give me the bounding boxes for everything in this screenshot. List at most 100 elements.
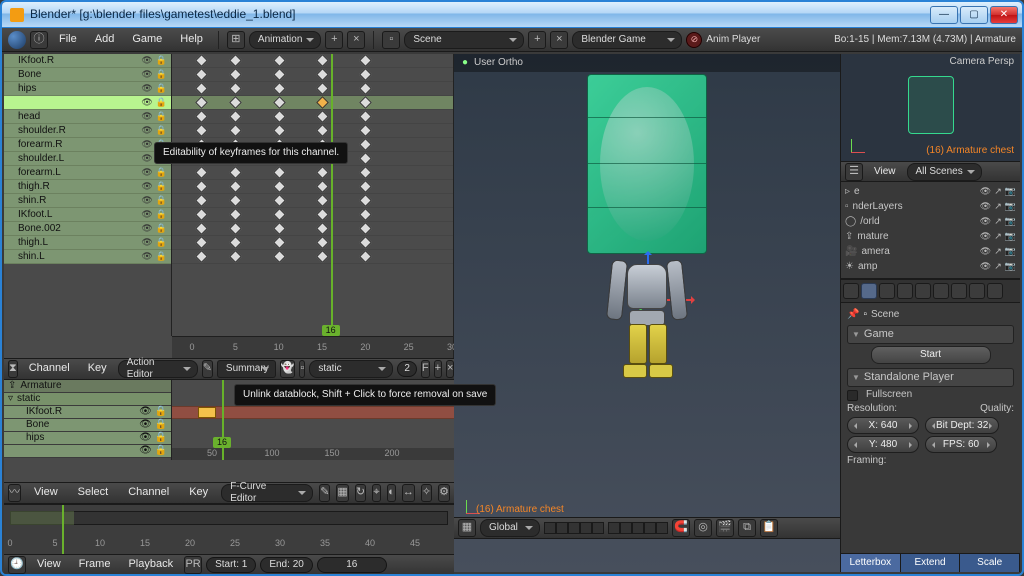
tab-render-icon[interactable] bbox=[843, 283, 859, 299]
channel-row[interactable]: forearm.R👁🔒 bbox=[4, 138, 171, 152]
keyframe[interactable] bbox=[195, 208, 208, 221]
menu-key[interactable]: Key bbox=[81, 359, 114, 378]
keyframe-row[interactable] bbox=[172, 54, 453, 68]
keyframe[interactable] bbox=[359, 138, 372, 151]
fc-tool-icon[interactable]: ▦ bbox=[336, 484, 348, 502]
keyframe[interactable] bbox=[359, 208, 372, 221]
keyframe[interactable] bbox=[195, 166, 208, 179]
nla-channel[interactable]: hips👁 🔒 bbox=[4, 432, 171, 445]
keyframe[interactable] bbox=[229, 194, 242, 207]
channel-row[interactable]: Bone👁🔒 bbox=[4, 68, 171, 82]
frame-ruler[interactable]: 051015202530 bbox=[172, 336, 453, 358]
fc-tool-icon[interactable]: ⚙ bbox=[438, 484, 450, 502]
channel-row[interactable]: IKfoot.R👁🔒 bbox=[4, 54, 171, 68]
keyframe[interactable] bbox=[359, 54, 372, 67]
graph-area[interactable]: 051015202530354045 bbox=[4, 504, 454, 554]
tab-data-icon[interactable] bbox=[951, 283, 967, 299]
menu-view[interactable]: View bbox=[867, 163, 903, 181]
fullscreen-checkbox[interactable] bbox=[847, 390, 858, 401]
menu-frame[interactable]: Frame bbox=[72, 555, 118, 574]
editor-type-icon[interactable]: ⧗ bbox=[8, 360, 18, 378]
keyframe[interactable] bbox=[195, 250, 208, 263]
fc-tool-icon[interactable]: ◐ bbox=[387, 484, 396, 502]
breadcrumb[interactable]: Scene bbox=[871, 309, 899, 321]
scene-browse-icon[interactable]: ▫ bbox=[382, 31, 400, 49]
playhead[interactable] bbox=[331, 54, 333, 336]
channel-row[interactable]: thigh.L👁🔒 bbox=[4, 236, 171, 250]
keyframe[interactable] bbox=[316, 166, 329, 179]
tab-physics-icon[interactable] bbox=[987, 283, 1003, 299]
outliner-tree[interactable]: ▹e👁↗📷▫nderLayers👁↗📷◯/orld👁↗📷⇪mature👁↗📷🎥a… bbox=[841, 182, 1020, 279]
tab-constraints-icon[interactable] bbox=[915, 283, 931, 299]
scene-dropdown[interactable]: Scene bbox=[404, 31, 524, 49]
menu-channel[interactable]: Channel bbox=[121, 483, 176, 502]
keyframe[interactable] bbox=[273, 250, 286, 263]
keyframe[interactable] bbox=[229, 208, 242, 221]
keyframe[interactable] bbox=[195, 180, 208, 193]
keyframe[interactable] bbox=[316, 208, 329, 221]
end-frame-field[interactable]: End: 20 bbox=[260, 557, 312, 573]
tab-world-icon[interactable] bbox=[879, 283, 895, 299]
layer-buttons[interactable] bbox=[544, 522, 668, 534]
editor-type-icon[interactable]: 🕘 bbox=[8, 556, 26, 574]
keyframe[interactable] bbox=[359, 152, 372, 165]
keyframe[interactable] bbox=[229, 236, 242, 249]
start-frame-field[interactable]: Start: 1 bbox=[206, 557, 256, 573]
anim-stop-icon[interactable]: ⊘ bbox=[686, 32, 702, 48]
keyframe[interactable] bbox=[316, 250, 329, 263]
bit-depth-field[interactable]: Bit Dept: 32 bbox=[925, 417, 999, 434]
keyframe[interactable] bbox=[273, 124, 286, 137]
keyframe-row[interactable] bbox=[172, 194, 453, 208]
keyframe[interactable] bbox=[195, 236, 208, 249]
scene-add-icon[interactable]: + bbox=[528, 31, 546, 49]
tab-bone-icon[interactable] bbox=[969, 283, 985, 299]
channel-row[interactable]: shin.L👁🔒 bbox=[4, 250, 171, 264]
keyframe[interactable] bbox=[359, 194, 372, 207]
keyframe[interactable] bbox=[273, 222, 286, 235]
blender-logo-icon[interactable] bbox=[8, 31, 26, 49]
keyframe[interactable] bbox=[195, 82, 208, 95]
keyframe-row[interactable] bbox=[172, 166, 453, 180]
editor-type-icon[interactable]: ▦ bbox=[458, 519, 476, 537]
keyframe[interactable] bbox=[195, 68, 208, 81]
orientation-dropdown[interactable]: Global bbox=[480, 519, 540, 537]
outliner-row[interactable]: ▹e👁↗📷 bbox=[843, 184, 1018, 199]
start-button[interactable]: Start bbox=[871, 346, 991, 364]
keyframe[interactable] bbox=[229, 54, 242, 67]
keyframe[interactable] bbox=[359, 222, 372, 235]
keyframe[interactable] bbox=[316, 124, 329, 137]
keyframe[interactable] bbox=[273, 82, 286, 95]
channel-row[interactable]: head👁🔒 bbox=[4, 110, 171, 124]
keyframe[interactable] bbox=[359, 236, 372, 249]
keyframe[interactable] bbox=[316, 110, 329, 123]
keyframe[interactable] bbox=[229, 110, 242, 123]
channel-row[interactable]: shin.R👁🔒 bbox=[4, 194, 171, 208]
keyframe[interactable] bbox=[359, 250, 372, 263]
keyframe[interactable] bbox=[316, 68, 329, 81]
minimize-button[interactable]: — bbox=[930, 6, 958, 24]
fc-tool-icon[interactable]: ↻ bbox=[355, 484, 366, 502]
menu-game[interactable]: Game bbox=[125, 30, 169, 49]
channel-row[interactable]: shoulder.R👁🔒 bbox=[4, 124, 171, 138]
panel-standalone[interactable]: Standalone Player bbox=[847, 368, 1014, 387]
keyframe[interactable] bbox=[229, 250, 242, 263]
menu-help[interactable]: Help bbox=[173, 30, 210, 49]
channel-row[interactable]: IKfoot.L👁🔒 bbox=[4, 208, 171, 222]
channel-row[interactable]: forearm.L👁🔒 bbox=[4, 166, 171, 180]
keyframe-row[interactable] bbox=[172, 208, 453, 222]
action-dropdown[interactable]: static bbox=[309, 360, 393, 378]
keyframe[interactable] bbox=[195, 110, 208, 123]
keyframe[interactable] bbox=[359, 68, 372, 81]
playhead[interactable] bbox=[222, 380, 224, 460]
tab-modifiers-icon[interactable] bbox=[933, 283, 949, 299]
action-browse-icon[interactable]: ▫ bbox=[299, 360, 305, 378]
keyframe[interactable] bbox=[359, 82, 372, 95]
screen-add-icon[interactable]: + bbox=[325, 31, 343, 49]
keyframe[interactable] bbox=[316, 82, 329, 95]
keyframe[interactable] bbox=[316, 194, 329, 207]
pr-toggle[interactable]: PR bbox=[184, 556, 202, 574]
outliner-row[interactable]: 🎥amera👁↗📷 bbox=[843, 244, 1018, 259]
keyframe[interactable] bbox=[273, 54, 286, 67]
keyframe[interactable] bbox=[316, 222, 329, 235]
render-icon[interactable]: 🎬 bbox=[716, 519, 734, 537]
